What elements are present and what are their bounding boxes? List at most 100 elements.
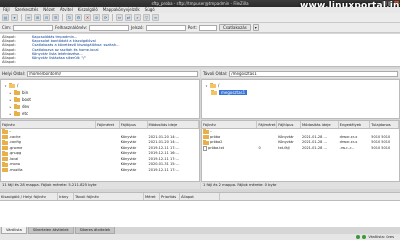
message-log[interactable]: Állapot: Kapcsolódás tmpadmin... Állapot:…: [0, 34, 400, 67]
remote-path-bar: Távoli Oldal: /megosztas1: [201, 69, 400, 78]
local-tree[interactable]: ▾ / ▸ bin ▸ boot ▸ dev ▸ etc: [0, 79, 200, 119]
dropdown-icon[interactable]: ▾: [11, 14, 18, 21]
folder-icon: [2, 167, 8, 173]
local-path-label: Helyi Oldal:: [2, 71, 26, 76]
text-file-icon: [203, 145, 207, 151]
toolbar-divider: [62, 14, 63, 21]
quickconnect-bar: Cím: Felhasználónév: Jelszó: Port: Csatl…: [0, 23, 400, 33]
folder-icon: [14, 110, 20, 116]
remote-path-input[interactable]: /megosztas1: [229, 70, 398, 77]
tab-queued[interactable]: Várólista: [1, 227, 27, 234]
remote-tree[interactable]: ▾ / megosztas1: [201, 79, 400, 119]
quickconnect-button[interactable]: Csatlakozás: [219, 24, 251, 31]
expand-icon[interactable]: ▸: [9, 105, 12, 109]
status-led-icon: [356, 235, 361, 239]
queue-tabs: Várólista Sikertelen átvitelek Sikeres á…: [0, 227, 400, 234]
tree-item-dev[interactable]: ▸ dev: [4, 103, 196, 110]
tree-item-root[interactable]: ▾ /: [4, 82, 196, 89]
column-header-type[interactable]: Fájltípus: [277, 121, 301, 128]
expand-icon[interactable]: ▾: [205, 84, 208, 88]
column-header-name[interactable]: Fájlnév: [1, 121, 97, 128]
local-status: 11 fájl és 28 mappa. Fájlok mérete: 5.21…: [0, 182, 200, 189]
site-manager-icon[interactable]: ▤: [2, 14, 9, 21]
folder-icon: [203, 140, 209, 145]
binoculars-icon[interactable]: ∞: [152, 14, 159, 21]
log-toggle-icon[interactable]: ≡: [25, 14, 32, 21]
local-path-input[interactable]: /home/bontoml/: [27, 70, 198, 77]
toolbar: ▤ ▾ ≡ ⊞ ⊟ ☰ ↻ ⚙ ✕ ⊘ ⟳ ⇔ ⇄ ⌕ ▽ ∞: [0, 13, 400, 23]
folder-icon: [2, 129, 8, 134]
queue-status: Várólista: üres: [356, 234, 394, 240]
table-row[interactable]: próba.txt 0 txt-fájl 2021-01-28 ... -rw-r--…: [202, 146, 399, 152]
window-title: sftp_proba - sftp://tmpuser@tmpadmin - F…: [151, 1, 249, 6]
expand-icon[interactable]: ▸: [9, 112, 12, 116]
password-label: Jelszó:: [131, 25, 144, 30]
column-header-priority[interactable]: Prioritás: [160, 193, 180, 200]
local-file-list[interactable]: Fájlnév Fájlméret Fájltípus Módosítás id…: [0, 120, 200, 182]
folder-icon: [9, 82, 15, 88]
column-header-size[interactable]: Fájlméret: [96, 121, 120, 128]
column-header-type[interactable]: Fájltípus: [120, 121, 148, 128]
folder-icon: [2, 140, 8, 145]
expand-icon[interactable]: ▾: [4, 84, 7, 88]
port-label: Port:: [187, 25, 198, 30]
log-line: Állapot:: [2, 60, 16, 65]
column-header-size[interactable]: Méret: [144, 193, 160, 200]
remote-path-label: Távoli Oldal:: [203, 71, 228, 76]
tree-item-bin[interactable]: ▸ bin: [4, 89, 196, 96]
column-header-remote[interactable]: Távoli fájlnév: [74, 193, 144, 200]
tree-item-etc[interactable]: ▸ etc: [4, 110, 196, 117]
column-header-state[interactable]: Állapot: [180, 193, 220, 200]
column-header-size[interactable]: Fájlméret: [257, 121, 278, 128]
folder-icon: [2, 151, 8, 156]
tab-successful[interactable]: Sikeres átvitelek: [74, 227, 116, 234]
search-icon[interactable]: ⌕: [134, 14, 141, 21]
tree-remote-icon[interactable]: ⊟: [43, 14, 50, 21]
folder-icon: [2, 156, 8, 162]
sync-browse-icon[interactable]: ⇄: [125, 14, 132, 21]
folder-icon: [211, 89, 217, 95]
filter-icon[interactable]: ▽: [143, 14, 150, 21]
password-input[interactable]: [145, 24, 186, 31]
column-header-direction[interactable]: Irány: [58, 193, 74, 200]
column-header-owner[interactable]: Tulajdonos: [370, 121, 399, 128]
username-input[interactable]: [89, 24, 130, 31]
process-queue-icon[interactable]: ⚙: [75, 14, 82, 21]
folder-icon: [2, 134, 8, 140]
host-input[interactable]: [13, 24, 54, 31]
refresh-icon[interactable]: ↻: [66, 14, 73, 21]
remote-file-list[interactable]: Fájlnév Fájlméret Fájltípus Módosítás id…: [201, 120, 400, 182]
local-list-header: Fájlnév Fájlméret Fájltípus Módosítás id…: [1, 121, 199, 129]
cancel-icon[interactable]: ✕: [84, 14, 91, 21]
toolbar-divider: [112, 14, 113, 21]
host-label: Cím:: [2, 25, 12, 30]
transfer-queue[interactable]: Kiszolgáló / Helyi fájlnév Irány Távoli …: [0, 192, 400, 227]
status-led-icon: [362, 235, 367, 239]
remote-list-header: Fájlnév Fájlméret Fájltípus Módosítás id…: [202, 121, 399, 129]
tree-item-boot[interactable]: ▸ boot: [4, 96, 196, 103]
expand-icon[interactable]: ▸: [9, 91, 12, 95]
tab-failed[interactable]: Sikertelen átvitelek: [27, 227, 74, 234]
tree-item-root[interactable]: ▾ /: [205, 82, 396, 89]
queue-icon[interactable]: ☰: [52, 14, 59, 21]
statusbar: Várólista: üres: [0, 234, 400, 240]
column-header-name[interactable]: Fájlnév: [202, 121, 258, 128]
expand-icon[interactable]: ▸: [9, 98, 12, 102]
user-label: Felhasználónév:: [55, 25, 88, 30]
port-input[interactable]: [199, 24, 218, 31]
column-header-permissions[interactable]: Engedélyek: [339, 121, 371, 128]
column-header-local[interactable]: Kiszolgáló / Helyi fájlnév: [0, 193, 58, 200]
local-path-bar: Helyi Oldal: /home/bontoml/: [0, 69, 200, 78]
reconnect-icon[interactable]: ⟳: [102, 14, 109, 21]
folder-icon: [203, 134, 209, 140]
column-header-modified[interactable]: Módosítás ideje: [301, 121, 339, 128]
folder-icon: [14, 103, 20, 109]
tree-local-icon[interactable]: ⊞: [34, 14, 41, 21]
disconnect-icon[interactable]: ⊘: [93, 14, 100, 21]
table-row[interactable]: .mozilla Könyvtár 2019-12-11 17:...: [1, 167, 199, 174]
folder-icon: [14, 96, 20, 102]
compare-icon[interactable]: ⇔: [116, 14, 123, 21]
quickconnect-dropdown-icon[interactable]: ▾: [252, 24, 259, 31]
tree-item-megosztas1[interactable]: megosztas1: [205, 89, 396, 96]
column-header-modified[interactable]: Módosítás ideje: [148, 121, 199, 128]
